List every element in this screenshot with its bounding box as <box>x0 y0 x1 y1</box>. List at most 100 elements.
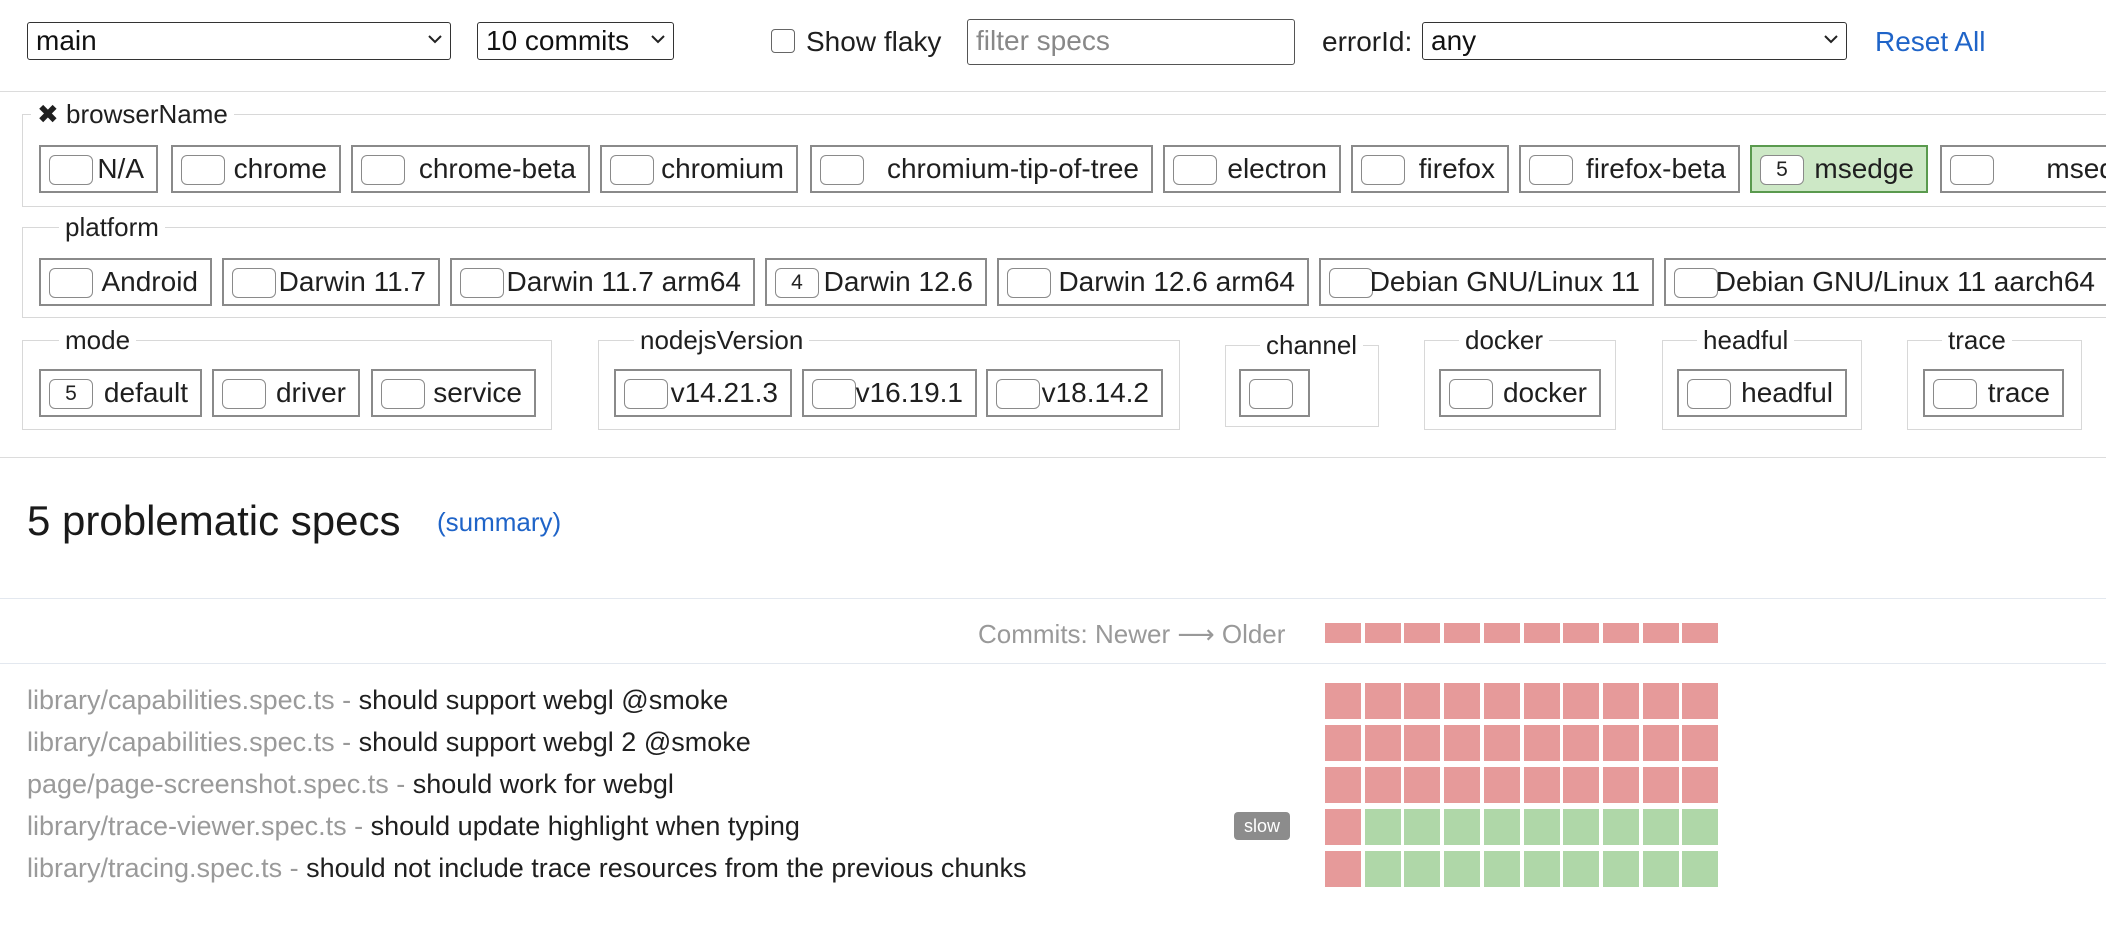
browser-chip-chromium[interactable]: chromium <box>600 145 798 193</box>
spec-title[interactable]: should support webgl @smoke <box>359 685 729 715</box>
commit-status-cell[interactable] <box>1603 809 1639 845</box>
browser-chip-electron[interactable]: electron <box>1163 145 1341 193</box>
spec-row[interactable]: library/capabilities.spec.ts - should su… <box>27 685 728 716</box>
platform-chip-darwin-11-7[interactable]: Darwin 11.7 <box>222 258 440 306</box>
commit-status-cell[interactable] <box>1682 809 1718 845</box>
commit-status-cell[interactable] <box>1484 809 1520 845</box>
commit-status-cell[interactable] <box>1643 767 1679 803</box>
commit-status-cell[interactable] <box>1643 683 1679 719</box>
browser-chip-n-a[interactable]: N/A <box>39 145 158 193</box>
spec-file[interactable]: library/capabilities.spec.ts <box>27 685 335 715</box>
commit-status-cell[interactable] <box>1404 809 1440 845</box>
trace-chip-trace[interactable]: trace <box>1923 369 2064 417</box>
commit-status-cell[interactable] <box>1484 683 1520 719</box>
commit-header-cell[interactable] <box>1404 623 1440 643</box>
commit-status-cell[interactable] <box>1682 683 1718 719</box>
commit-header-cell[interactable] <box>1682 623 1718 643</box>
mode-chip-driver[interactable]: driver <box>212 369 360 417</box>
spec-title[interactable]: should work for webgl <box>413 769 674 799</box>
commit-status-cell[interactable] <box>1444 809 1480 845</box>
commit-header-cell[interactable] <box>1444 623 1480 643</box>
commit-status-cell[interactable] <box>1682 767 1718 803</box>
branch-select[interactable]: main <box>27 22 451 60</box>
commit-status-cell[interactable] <box>1365 809 1401 845</box>
commit-status-cell[interactable] <box>1325 683 1361 719</box>
spec-row[interactable]: page/page-screenshot.spec.ts - should wo… <box>27 769 674 800</box>
clear-filter-icon[interactable]: ✖ <box>37 99 59 129</box>
summary-link[interactable]: (summary) <box>437 507 561 538</box>
commit-status-cell[interactable] <box>1603 725 1639 761</box>
platform-chip-android[interactable]: Android <box>39 258 212 306</box>
nodejs-version-chip-v14-21-3[interactable]: v14.21.3 <box>614 369 792 417</box>
commit-header-cell[interactable] <box>1603 623 1639 643</box>
commit-status-cell[interactable] <box>1603 851 1639 887</box>
spec-file[interactable]: library/capabilities.spec.ts <box>27 727 335 757</box>
spec-title[interactable]: should support webgl 2 @smoke <box>359 727 751 757</box>
spec-row[interactable]: library/capabilities.spec.ts - should su… <box>27 727 751 758</box>
mode-chip-service[interactable]: service <box>371 369 536 417</box>
spec-title[interactable]: should update highlight when typing <box>371 811 800 841</box>
commit-status-cell[interactable] <box>1524 851 1560 887</box>
commit-status-cell[interactable] <box>1404 725 1440 761</box>
commit-status-cell[interactable] <box>1563 683 1599 719</box>
platform-chip-darwin-12-6[interactable]: 4 Darwin 12.6 <box>765 258 987 306</box>
commit-status-cell[interactable] <box>1444 683 1480 719</box>
commit-status-cell[interactable] <box>1603 767 1639 803</box>
commit-header-cell[interactable] <box>1484 623 1520 643</box>
platform-chip-debian-gnu-linux-11[interactable]: Debian GNU/Linux 11 <box>1319 258 1654 306</box>
commit-status-cell[interactable] <box>1603 683 1639 719</box>
spec-file[interactable]: library/trace-viewer.spec.ts <box>27 811 347 841</box>
commit-status-cell[interactable] <box>1404 683 1440 719</box>
filter-specs-input[interactable]: filter specs <box>967 19 1295 65</box>
commit-status-cell[interactable] <box>1404 851 1440 887</box>
commit-status-cell[interactable] <box>1365 767 1401 803</box>
commit-header-cell[interactable] <box>1524 623 1560 643</box>
commit-status-cell[interactable] <box>1365 725 1401 761</box>
commit-status-cell[interactable] <box>1524 809 1560 845</box>
browser-chip-msedge[interactable]: msedge <box>1940 145 2106 193</box>
browser-chip-firefox[interactable]: firefox <box>1351 145 1509 193</box>
commit-status-cell[interactable] <box>1484 725 1520 761</box>
commit-status-cell[interactable] <box>1563 725 1599 761</box>
docker-chip-docker[interactable]: docker <box>1439 369 1601 417</box>
spec-row[interactable]: library/tracing.spec.ts - should not inc… <box>27 853 1026 884</box>
browser-chip-chromium-tip-of-tree[interactable]: chromium-tip-of-tree <box>810 145 1153 193</box>
commit-status-cell[interactable] <box>1563 809 1599 845</box>
browser-chip-firefox-beta[interactable]: firefox-beta <box>1519 145 1740 193</box>
commit-status-cell[interactable] <box>1524 683 1560 719</box>
commit-status-cell[interactable] <box>1444 725 1480 761</box>
commit-header-cell[interactable] <box>1325 623 1361 643</box>
commit-status-cell[interactable] <box>1682 851 1718 887</box>
mode-chip-default[interactable]: 5 default <box>39 369 202 417</box>
spec-row[interactable]: library/trace-viewer.spec.ts - should up… <box>27 811 800 842</box>
spec-file[interactable]: library/tracing.spec.ts <box>27 853 282 883</box>
commit-status-cell[interactable] <box>1404 767 1440 803</box>
channel-chip[interactable] <box>1239 369 1310 417</box>
reset-all-link[interactable]: Reset All <box>1875 26 1986 58</box>
commit-status-cell[interactable] <box>1365 683 1401 719</box>
commit-status-cell[interactable] <box>1682 725 1718 761</box>
commit-status-cell[interactable] <box>1444 767 1480 803</box>
spec-title[interactable]: should not include trace resources from … <box>306 853 1026 883</box>
commit-status-cell[interactable] <box>1563 767 1599 803</box>
commit-status-cell[interactable] <box>1444 851 1480 887</box>
commit-status-cell[interactable] <box>1325 725 1361 761</box>
commit-status-cell[interactable] <box>1643 809 1679 845</box>
platform-chip-darwin-11-7-arm64[interactable]: Darwin 11.7 arm64 <box>450 258 755 306</box>
commit-status-cell[interactable] <box>1484 851 1520 887</box>
commit-header-cell[interactable] <box>1643 623 1679 643</box>
platform-chip-darwin-12-6-arm64[interactable]: Darwin 12.6 arm64 <box>997 258 1309 306</box>
platform-chip-debian-gnu-linux-11-aarch64[interactable]: Debian GNU/Linux 11 aarch64 <box>1664 258 2106 306</box>
commit-status-cell[interactable] <box>1365 851 1401 887</box>
commit-status-cell[interactable] <box>1325 767 1361 803</box>
commit-status-cell[interactable] <box>1484 767 1520 803</box>
nodejs-version-chip-v18-14-2[interactable]: v18.14.2 <box>986 369 1163 417</box>
commit-status-cell[interactable] <box>1524 725 1560 761</box>
show-flaky-checkbox[interactable] <box>771 29 795 53</box>
error-id-select[interactable]: any <box>1422 22 1847 60</box>
browser-chip-msedge[interactable]: 5 msedge <box>1750 145 1928 193</box>
commit-status-cell[interactable] <box>1524 767 1560 803</box>
spec-file[interactable]: page/page-screenshot.spec.ts <box>27 769 389 799</box>
commit-status-cell[interactable] <box>1643 725 1679 761</box>
headful-chip-headful[interactable]: headful <box>1677 369 1847 417</box>
